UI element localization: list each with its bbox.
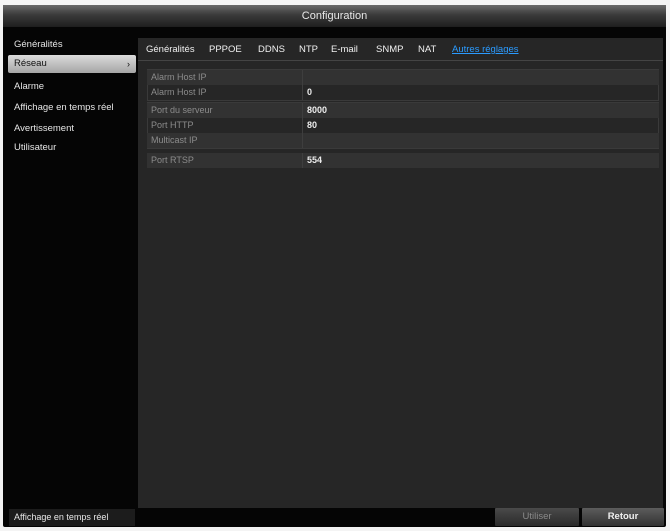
- setting-label: Alarm Host IP: [151, 87, 207, 97]
- sidebar-item-label: Alarme: [14, 81, 45, 92]
- setting-label: Port RTSP: [151, 155, 194, 165]
- setting-row-http-port: Port HTTP 80: [147, 118, 659, 133]
- setting-row-alarm-host-ip: Alarm Host IP: [147, 70, 659, 85]
- sidebar-item-label: Généralités: [14, 39, 63, 50]
- setting-value[interactable]: 554: [307, 153, 322, 168]
- tab-snmp[interactable]: SNMP: [376, 44, 403, 55]
- sidebar-item-affichage[interactable]: Affichage en temps réel: [8, 99, 136, 117]
- apply-button[interactable]: Utiliser: [495, 508, 579, 526]
- window-title: Configuration: [3, 5, 666, 27]
- main-panel: Généralités PPPOE DDNS NTP E-mail SNMP N…: [138, 38, 663, 508]
- sidebar-item-label: Réseau: [14, 58, 47, 69]
- tab-ntp[interactable]: NTP: [299, 44, 318, 55]
- sidebar-item-utilisateur[interactable]: Utilisateur: [8, 139, 136, 157]
- setting-row-server-port: Port du serveur 8000: [147, 103, 659, 118]
- setting-row-multicast-ip: Multicast IP: [147, 133, 659, 148]
- setting-label: Alarm Host IP: [151, 72, 207, 82]
- tab-autres-reglages[interactable]: Autres réglages: [452, 44, 519, 55]
- tab-divider: [138, 60, 663, 61]
- setting-label: Port HTTP: [151, 120, 194, 130]
- setting-label: Multicast IP: [151, 135, 198, 145]
- sidebar-item-label: Affichage en temps réel: [14, 102, 114, 113]
- sidebar-item-avertissement[interactable]: Avertissement: [8, 120, 136, 138]
- sidebar-item-label: Utilisateur: [14, 142, 57, 153]
- tab-email[interactable]: E-mail: [331, 44, 358, 55]
- chevron-right-icon: ›: [127, 59, 130, 69]
- sidebar-item-reseau[interactable]: Réseau ›: [8, 55, 136, 73]
- setting-row-rtsp-port: Port RTSP 554: [147, 153, 659, 168]
- setting-label: Port du serveur: [151, 105, 213, 115]
- sidebar-item-label: Avertissement: [14, 123, 75, 134]
- setting-value[interactable]: 80: [307, 118, 317, 133]
- tab-ddns[interactable]: DDNS: [258, 44, 285, 55]
- setting-row-alarm-host-port: Alarm Host IP 0: [147, 85, 659, 100]
- setting-value[interactable]: 8000: [307, 103, 327, 118]
- sidebar: Généralités Réseau › Alarme Affichage en…: [8, 33, 136, 503]
- setting-value[interactable]: 0: [307, 85, 312, 100]
- sidebar-item-generalites[interactable]: Généralités: [8, 36, 136, 54]
- sidebar-item-alarme[interactable]: Alarme: [8, 78, 136, 96]
- tab-generalites[interactable]: Généralités: [146, 44, 195, 55]
- live-view-button[interactable]: Affichage en temps réel: [9, 509, 135, 526]
- dvr-window: Configuration Généralités Réseau › Alarm…: [3, 5, 666, 527]
- tab-nat[interactable]: NAT: [418, 44, 436, 55]
- tab-pppoe[interactable]: PPPOE: [209, 44, 242, 55]
- back-button[interactable]: Retour: [582, 508, 664, 526]
